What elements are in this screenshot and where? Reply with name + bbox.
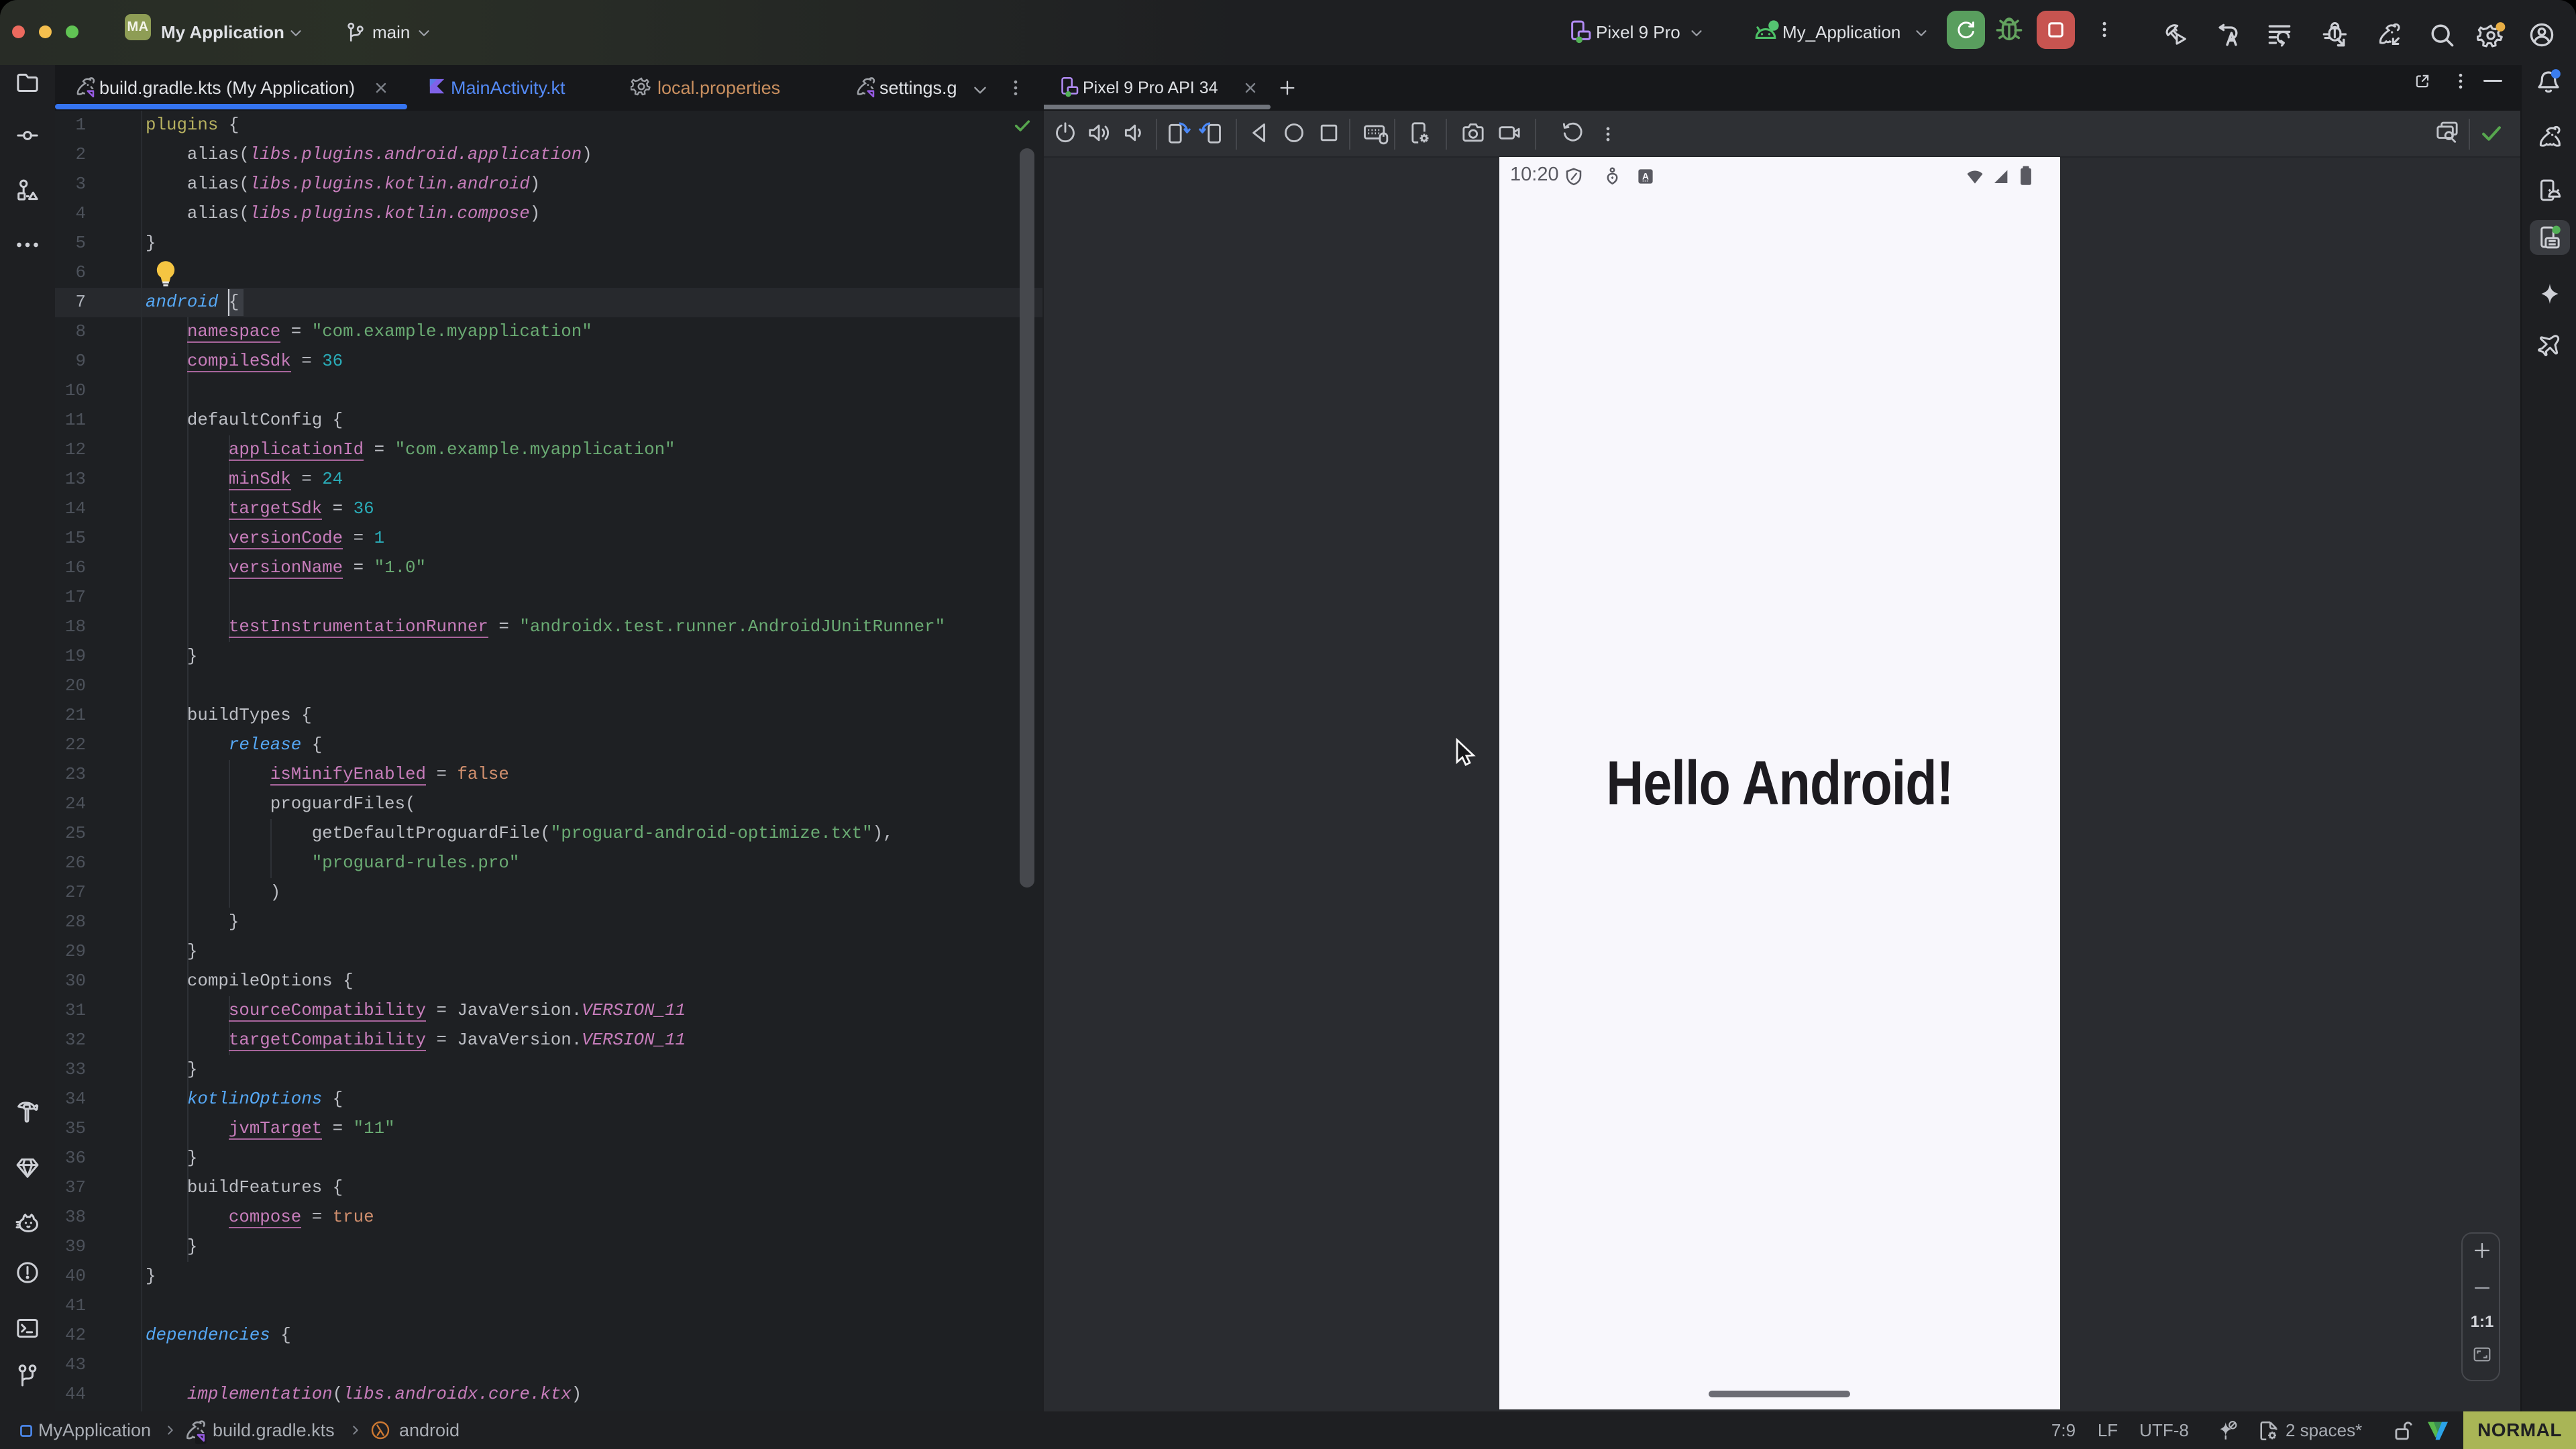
svg-text:A: A [1642, 171, 1649, 181]
